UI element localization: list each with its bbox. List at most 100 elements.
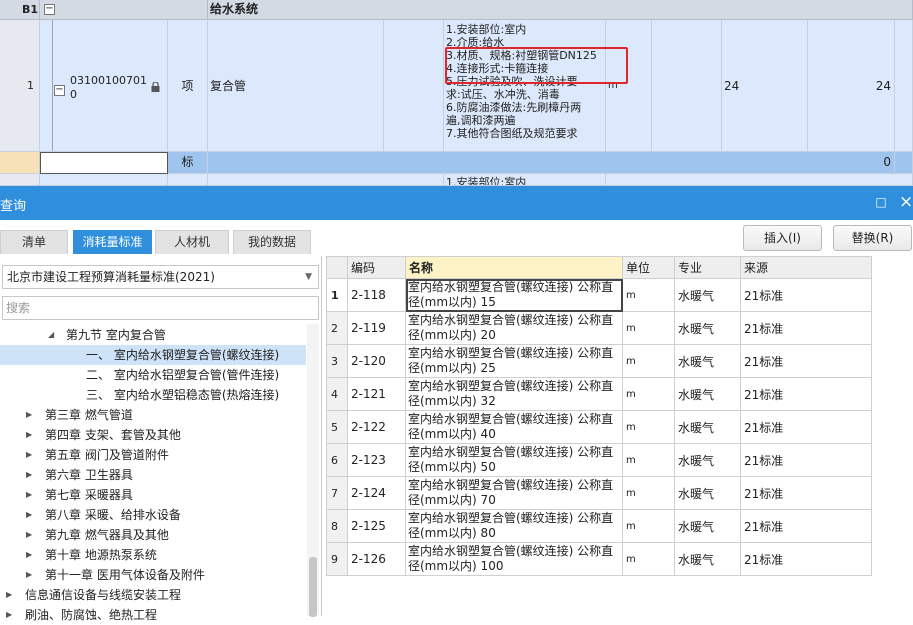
item-description: 1.安装部位:室内 bbox=[444, 174, 606, 186]
tab-labor-material-machine[interactable]: 人材机 bbox=[155, 230, 229, 254]
expand-arrow-icon[interactable]: ▶ bbox=[26, 405, 32, 425]
tree-item[interactable]: ▶ 刷油、防腐蚀、绝热工程 bbox=[0, 605, 306, 625]
expand-arrow-icon[interactable]: ▶ bbox=[26, 465, 32, 485]
scrollbar-thumb[interactable] bbox=[309, 557, 317, 617]
tree-item[interactable]: ▶ 第四章 支架、套管及其他 bbox=[0, 425, 306, 445]
tree-item-label: 第八章 采暖、给排水设备 bbox=[45, 508, 181, 522]
quota-row[interactable]: 标 0 bbox=[0, 152, 913, 174]
tree-item[interactable]: ◢ 第九节 室内复合管 bbox=[0, 325, 306, 345]
library-select[interactable]: 北京市建设工程预算消耗量标准(2021) ▼ bbox=[2, 265, 319, 289]
empty-cell bbox=[895, 20, 913, 152]
quota-major: 水暖气 bbox=[674, 377, 741, 411]
section-code: B1 bbox=[0, 0, 40, 20]
quota-major: 水暖气 bbox=[674, 278, 741, 312]
column-header[interactable]: 编码 bbox=[347, 256, 406, 279]
tab-my-data[interactable]: 我的数据 bbox=[233, 230, 311, 254]
expand-arrow-icon[interactable]: ▶ bbox=[6, 605, 12, 625]
quota-code-input[interactable] bbox=[40, 152, 168, 174]
expand-arrow-icon[interactable]: ▶ bbox=[26, 525, 32, 545]
table-row[interactable]: 5 2-122 室内给水钢塑复合管(螺纹连接) 公称直径(mm以内) 40 m 水暖气 2… bbox=[326, 410, 872, 444]
table-row[interactable]: 4 2-121 室内给水钢塑复合管(螺纹连接) 公称直径(mm以内) 32 m 水暖气 2… bbox=[326, 377, 872, 411]
table-row[interactable]: 6 2-123 室内给水钢塑复合管(螺纹连接) 公称直径(mm以内) 50 m 水暖气 2… bbox=[326, 443, 872, 477]
tree-scrollbar[interactable] bbox=[307, 324, 319, 617]
tree-item[interactable]: ▶ 第十章 地源热泵系统 bbox=[0, 545, 306, 565]
table-row[interactable]: 3 2-120 室内给水钢塑复合管(螺纹连接) 公称直径(mm以内) 25 m 水暖气 2… bbox=[326, 344, 872, 378]
tree-item[interactable]: ▶ 第三章 燃气管道 bbox=[0, 405, 306, 425]
quota-major: 水暖气 bbox=[674, 476, 741, 510]
item-row[interactable]: 1 − 031001007010 项 复合管 1.安装部位:室内 2.介质:给水 3… bbox=[0, 20, 913, 152]
description-line: 1.安装部位:室内 bbox=[446, 23, 527, 36]
tab-consumption-standard[interactable]: 消耗量标准 bbox=[73, 230, 152, 254]
collapse-icon[interactable]: − bbox=[44, 4, 55, 15]
description-line: 6.防腐油漆做法:先刷樟丹两 bbox=[446, 101, 582, 114]
close-icon[interactable]: × bbox=[899, 194, 913, 211]
column-header[interactable]: 单位 bbox=[622, 256, 675, 279]
query-window-titlebar[interactable]: 查询 □ × bbox=[0, 186, 913, 220]
expand-arrow-icon[interactable]: ▶ bbox=[26, 445, 32, 465]
quota-name: 室内给水钢塑复合管(螺纹连接) 公称直径(mm以内) 25 bbox=[405, 344, 623, 378]
tree-item[interactable]: ▶ 第九章 燃气器具及其他 bbox=[0, 525, 306, 545]
tree-item[interactable]: ▶ 第八章 采暖、给排水设备 bbox=[0, 505, 306, 525]
expand-arrow-icon[interactable]: ▶ bbox=[26, 565, 32, 585]
quota-source: 21标准 bbox=[740, 377, 872, 411]
quota-unit: m bbox=[622, 278, 675, 312]
tree-item-label: 二、 室内给水铝塑复合管(管件连接) bbox=[86, 368, 280, 382]
quota-code: 2-122 bbox=[347, 410, 406, 444]
expand-arrow-icon[interactable]: ▶ bbox=[26, 425, 32, 445]
quota-source: 21标准 bbox=[740, 410, 872, 444]
quota-name: 室内给水钢塑复合管(螺纹连接) 公称直径(mm以内) 50 bbox=[405, 443, 623, 477]
quota-code: 2-121 bbox=[347, 377, 406, 411]
item-row[interactable]: 1.安装部位:室内 bbox=[0, 174, 913, 186]
tree-item[interactable]: 二、 室内给水铝塑复合管(管件连接) bbox=[0, 365, 306, 385]
library-select-value: 北京市建设工程预算消耗量标准(2021) bbox=[7, 270, 215, 284]
tree-item[interactable]: ▶ 信息通信设备与线缆安装工程 bbox=[0, 585, 306, 605]
item-quantity-2: 24 bbox=[808, 20, 895, 152]
empty-cell bbox=[652, 20, 722, 152]
expand-arrow-icon[interactable]: ▶ bbox=[26, 485, 32, 505]
quota-unit: m bbox=[622, 542, 675, 576]
quota-unit: m bbox=[622, 344, 675, 378]
table-row[interactable]: 1 2-118 室内给水钢塑复合管(螺纹连接) 公称直径(mm以内) 15 m 水暖气 2… bbox=[326, 278, 872, 312]
tree-item[interactable]: 三、 室内给水塑铝稳态管(热熔连接) bbox=[0, 385, 306, 405]
table-row[interactable]: 2 2-119 室内给水钢塑复合管(螺纹连接) 公称直径(mm以内) 20 m 水暖气 2… bbox=[326, 311, 872, 345]
quota-name: 室内给水钢塑复合管(螺纹连接) 公称直径(mm以内) 70 bbox=[405, 476, 623, 510]
table-row[interactable]: 7 2-124 室内给水钢塑复合管(螺纹连接) 公称直径(mm以内) 70 m 水暖气 2… bbox=[326, 476, 872, 510]
item-description[interactable]: 1.安装部位:室内 2.介质:给水 3.材质、规格:衬塑钢管DN125 4.连接形式:… bbox=[444, 20, 606, 152]
search-input[interactable]: 搜索 bbox=[2, 296, 319, 320]
collapse-arrow-icon[interactable]: ◢ bbox=[48, 325, 54, 345]
tree-item[interactable]: 一、 室内给水钢塑复合管(螺纹连接) bbox=[0, 345, 306, 365]
item-code-cell[interactable]: − 031001007010 bbox=[40, 20, 168, 152]
row-number: 3 bbox=[326, 344, 348, 378]
tree-item-label: 第十一章 医用气体设备及附件 bbox=[45, 568, 205, 582]
item-name[interactable]: 复合管 bbox=[208, 20, 384, 152]
table-row[interactable]: 9 2-126 室内给水钢塑复合管(螺纹连接) 公称直径(mm以内) 100 m 水暖气… bbox=[326, 542, 872, 576]
lock-icon bbox=[151, 82, 160, 92]
expand-arrow-icon[interactable]: ▶ bbox=[26, 545, 32, 565]
empty-cell bbox=[895, 152, 913, 174]
row-index bbox=[0, 152, 40, 174]
empty-cell bbox=[384, 20, 444, 152]
tree-item[interactable]: ▶ 第七章 采暖器具 bbox=[0, 485, 306, 505]
maximize-icon[interactable]: □ bbox=[874, 195, 888, 209]
tab-bill[interactable]: 清单 bbox=[0, 230, 68, 254]
tree-item[interactable]: ▶ 第五章 阀门及管道附件 bbox=[0, 445, 306, 465]
expand-arrow-icon[interactable]: ▶ bbox=[6, 585, 12, 605]
quota-unit: m bbox=[622, 377, 675, 411]
quota-name: 室内给水钢塑复合管(螺纹连接) 公称直径(mm以内) 100 bbox=[405, 542, 623, 576]
tree-item-label: 第九章 燃气器具及其他 bbox=[45, 528, 169, 542]
row-number: 4 bbox=[326, 377, 348, 411]
column-header[interactable]: 来源 bbox=[740, 256, 872, 279]
tree-item[interactable]: ▶ 第六章 卫生器具 bbox=[0, 465, 306, 485]
column-header[interactable]: 名称 bbox=[405, 256, 623, 279]
tree-item-label: 一、 室内给水钢塑复合管(螺纹连接) bbox=[86, 348, 280, 362]
tab-bar: 清单 消耗量标准 人材机 我的数据 插入(I) 替换(R) bbox=[0, 220, 913, 256]
tree-item[interactable]: ▶ 第十一章 医用气体设备及附件 bbox=[0, 565, 306, 585]
column-header[interactable]: 专业 bbox=[674, 256, 741, 279]
collapse-icon[interactable]: − bbox=[54, 85, 65, 96]
expand-arrow-icon[interactable]: ▶ bbox=[26, 505, 32, 525]
insert-button[interactable]: 插入(I) bbox=[743, 225, 822, 251]
replace-button[interactable]: 替换(R) bbox=[833, 225, 912, 251]
table-row[interactable]: 8 2-125 室内给水钢塑复合管(螺纹连接) 公称直径(mm以内) 80 m 水暖气 2… bbox=[326, 509, 872, 543]
section-row[interactable]: B1 − 给水系统 bbox=[0, 0, 913, 20]
description-line: 遍,调和漆两遍 bbox=[446, 114, 516, 127]
